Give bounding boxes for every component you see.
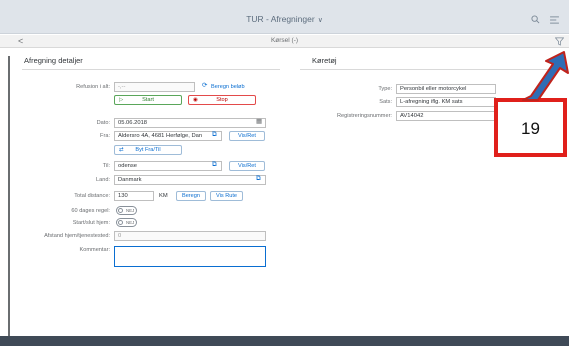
registreringsnummer-label: Registreringsnummer: (336, 113, 392, 119)
section-divider (22, 69, 280, 70)
stop-label: Stop (216, 97, 228, 103)
fra-field[interactable]: Aldersro 4A, 4681 Herfølge, Dan (114, 131, 222, 141)
vis-rute-button[interactable]: Vis Rute (210, 191, 243, 201)
kommentar-label: Kommentar: (79, 247, 110, 253)
toggle-text: NEJ (126, 220, 135, 225)
total-distance-field[interactable]: 130 (114, 191, 154, 201)
vis-ret-fra-button[interactable]: Vis/Ret (229, 131, 265, 141)
annotation-arrow (522, 51, 569, 101)
section-divider (300, 69, 562, 70)
unit-label: KM (159, 193, 168, 199)
regel-label: 60 dages regel: (71, 208, 110, 214)
refresh-icon: ⟳ (202, 82, 208, 89)
afstand-label: Afstand hjem/tjenestested: (44, 233, 110, 239)
byt-fra-til-button[interactable]: ⇄ Byt Fra/Til (114, 145, 182, 155)
calendar-icon[interactable]: ▦ (256, 118, 262, 126)
copy-icon[interactable]: ⧉ (212, 131, 217, 139)
toggle-knob (118, 208, 123, 213)
sats-field[interactable]: L-afregning iflg. KM sats (396, 97, 496, 107)
afstand-field: 0 (114, 231, 266, 241)
total-distance-label: Total distance: (74, 193, 110, 199)
registreringsnummer-field[interactable]: AV14042 (396, 111, 496, 121)
til-field[interactable]: odense (114, 161, 222, 171)
start-slut-toggle[interactable]: NEJ (116, 218, 137, 227)
search-icon[interactable] (531, 15, 540, 24)
dato-label: Dato: (96, 120, 110, 126)
start-slut-label: Start/slut hjem: (72, 220, 110, 226)
page-header-bar: < Kørsel (-) (0, 35, 569, 48)
app-title-menu[interactable]: TUR - Afregninger ∨ (0, 14, 569, 24)
vis-ret-til-button[interactable]: Vis/Ret (229, 161, 265, 171)
til-label: Til: (102, 163, 110, 169)
start-button[interactable]: ▷ Start (114, 95, 182, 105)
land-label: Land: (96, 177, 110, 183)
byt-label: Byt Fra/Til (135, 147, 161, 153)
stop-button[interactable]: ◉ Stop (188, 95, 256, 105)
shell-bar: TUR - Afregninger ∨ (0, 0, 569, 34)
callout-number: 19 (521, 119, 540, 138)
toggle-text: NEJ (126, 208, 135, 213)
refusion-field: -,-- (114, 82, 195, 92)
land-field[interactable]: Danmark (114, 175, 266, 185)
chevron-down-icon: ∨ (317, 17, 323, 24)
sats-label: Sats: (379, 99, 392, 105)
section-title-afregning: Afregning detaljer (24, 56, 83, 65)
dato-field[interactable]: 05.06.2018 (114, 118, 266, 128)
toggle-knob (118, 220, 123, 225)
copy-icon[interactable]: ⧉ (256, 175, 261, 183)
beregn-beloeb-link[interactable]: Beregn beløb (211, 84, 245, 90)
start-label: Start (142, 97, 154, 103)
refusion-label: Refusion i alt: (76, 84, 110, 90)
swap-icon: ⇄ (119, 147, 124, 153)
filter-icon[interactable] (555, 37, 564, 46)
fra-label: Fra: (100, 133, 110, 139)
callout-box: 19 (494, 98, 567, 157)
play-icon: ▷ (119, 97, 124, 103)
type-field[interactable]: Personbil eller motorcykel (396, 84, 496, 94)
left-edge-divider (8, 56, 10, 336)
type-label: Type: (378, 86, 392, 92)
record-icon: ◉ (193, 97, 198, 103)
beregn-button[interactable]: Beregn (176, 191, 206, 201)
menu-icon[interactable] (550, 16, 559, 24)
page-title: Kørsel (-) (270, 37, 299, 44)
section-title-koeretoej: Køretøj (312, 56, 337, 65)
regel-toggle[interactable]: NEJ (116, 206, 137, 215)
footer-bar (0, 336, 569, 346)
copy-icon[interactable]: ⧉ (212, 161, 217, 169)
app-title: TUR - Afregninger (246, 14, 315, 24)
kommentar-textarea[interactable] (114, 246, 266, 267)
